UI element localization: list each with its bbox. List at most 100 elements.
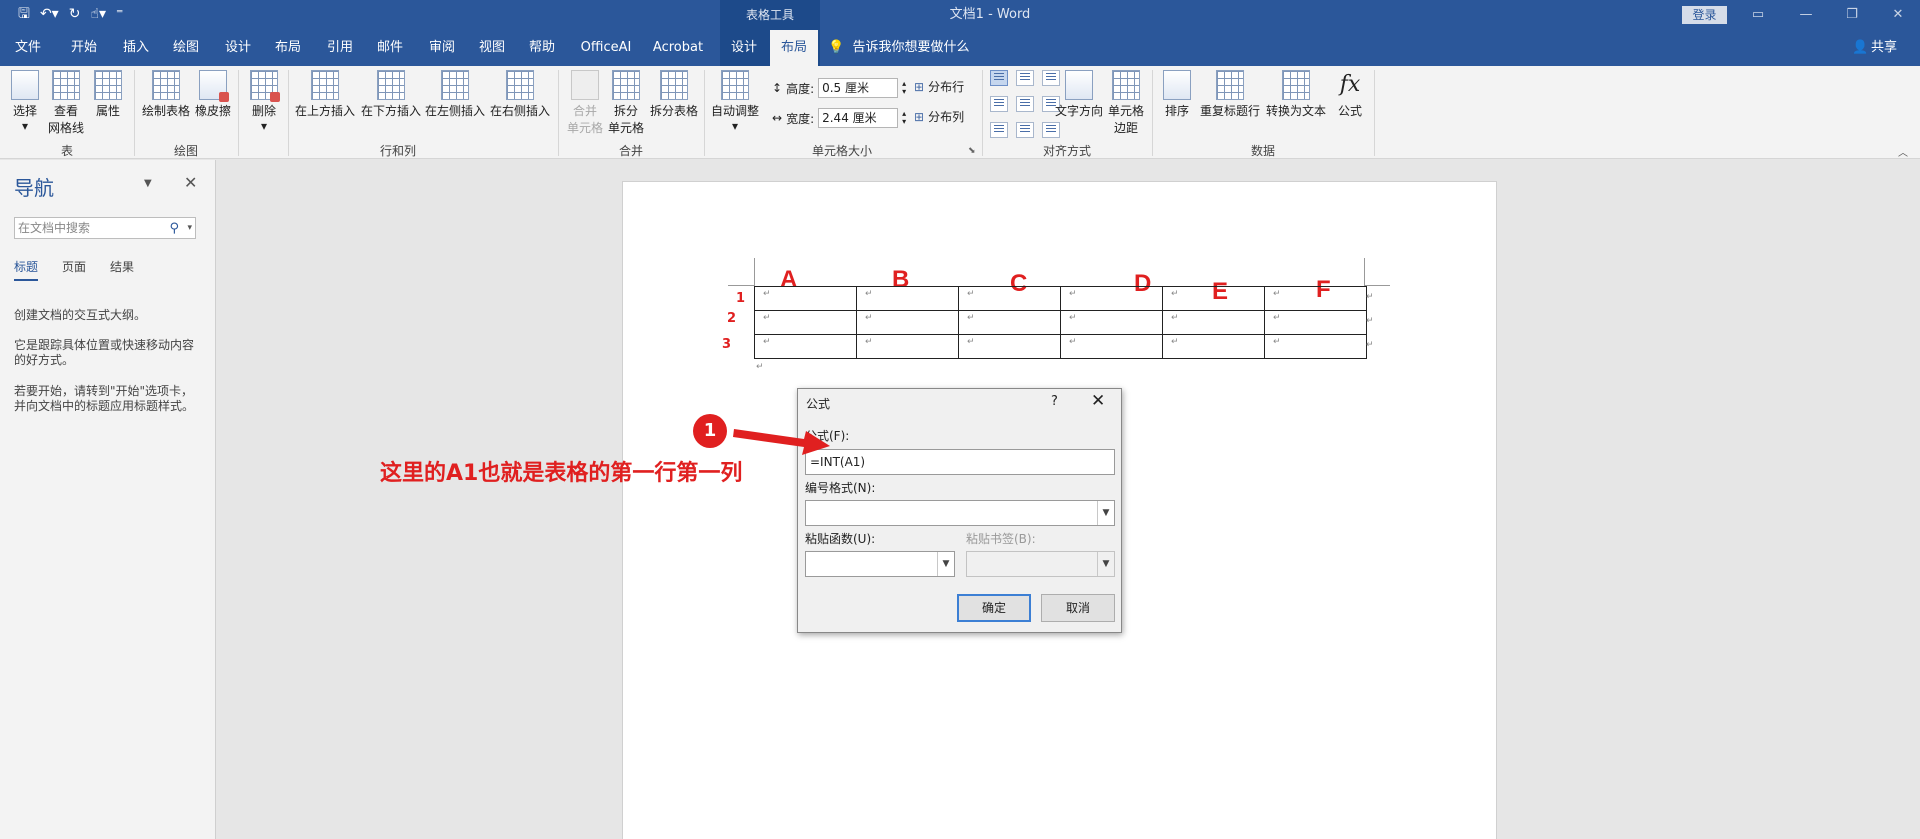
table-cell[interactable]: ↵	[958, 334, 1061, 359]
tab-references[interactable]: 引用	[320, 30, 360, 66]
table-cell[interactable]: ↵	[1264, 286, 1367, 311]
tab-view[interactable]: 视图	[472, 30, 512, 66]
ok-button[interactable]: 确定	[957, 594, 1031, 622]
number-format-select[interactable]: ▼	[805, 500, 1115, 526]
share-button[interactable]: 共享	[1868, 30, 1900, 66]
nav-tab-headings[interactable]: 标题	[14, 258, 39, 281]
eraser-button[interactable]: 橡皮擦	[194, 70, 232, 119]
undo-icon[interactable]: ↶▾	[40, 6, 59, 22]
tab-design[interactable]: 设计	[218, 30, 258, 66]
insert-left-button[interactable]: 在左侧插入	[424, 70, 486, 119]
insert-below-button[interactable]: 在下方插入	[360, 70, 422, 119]
tab-draw[interactable]: 绘图	[166, 30, 206, 66]
table-cell[interactable]: ↵	[1162, 310, 1265, 335]
distribute-rows-button[interactable]: ⊞ 分布行	[914, 78, 964, 95]
window-close-icon[interactable]: ✕	[1878, 0, 1918, 30]
table-cell[interactable]: ↵	[1060, 334, 1163, 359]
touch-mode-icon[interactable]: ☝▾	[90, 6, 106, 22]
cell-size-dialog-launcher-icon[interactable]: ⬊	[968, 146, 976, 156]
save-icon[interactable]: 🖫	[18, 6, 30, 22]
height-spinner-icon[interactable]: ▴ ▾	[902, 80, 906, 96]
table-cell[interactable]: ↵	[1162, 334, 1265, 359]
tab-review[interactable]: 审阅	[422, 30, 462, 66]
insert-right-button[interactable]: 在右侧插入	[489, 70, 551, 119]
tab-table-design[interactable]: 设计	[722, 30, 766, 66]
search-icon[interactable]: ⚲	[169, 219, 179, 239]
properties-button[interactable]: 属性	[92, 70, 124, 119]
distribute-columns-button[interactable]: ⊞ 分布列	[914, 108, 964, 125]
split-cells-button[interactable]: 拆分 单元格	[606, 70, 646, 136]
table-cell[interactable]: ↵	[754, 334, 857, 359]
help-button[interactable]: ?	[1051, 394, 1058, 409]
formula-button[interactable]: fx 公式	[1334, 70, 1366, 119]
tab-file[interactable]: 文件	[8, 30, 48, 66]
align-center-icon[interactable]	[1016, 96, 1034, 112]
customize-qat-icon[interactable]: ⁼	[116, 6, 123, 22]
word-table[interactable]: ↵ ↵ ↵ ↵ ↵ ↵ ↵ ↵ ↵ ↵ ↵ ↵ ↵ ↵ ↵ ↵ ↵ ↵	[754, 286, 1367, 359]
cell-margins-button[interactable]: 单元格 边距	[1106, 70, 1146, 136]
table-cell[interactable]: ↵	[1264, 310, 1367, 335]
tell-me-search[interactable]: 告诉我你想要做什么	[848, 30, 974, 66]
draw-table-button[interactable]: 绘制表格	[140, 70, 192, 119]
align-bottom-left-icon[interactable]	[990, 122, 1008, 138]
autofit-button[interactable]: 自动调整 ▾	[708, 70, 762, 133]
minimize-icon[interactable]: —	[1786, 0, 1826, 30]
delete-button[interactable]: 删除 ▾	[246, 70, 282, 133]
sort-button[interactable]: 排序	[1160, 70, 1194, 119]
tab-help[interactable]: 帮助	[522, 30, 562, 66]
tab-table-layout[interactable]: 布局	[770, 30, 818, 66]
align-top-left-icon[interactable]	[990, 70, 1008, 86]
nav-close-icon[interactable]: ✕	[184, 173, 197, 192]
view-gridlines-button[interactable]: 查看 网格线	[46, 70, 86, 136]
table-cell[interactable]: ↵	[856, 334, 959, 359]
chevron-down-icon[interactable]: ▼	[1097, 552, 1114, 576]
formula-input[interactable]: =INT(A1)	[805, 449, 1115, 475]
convert-to-text-button[interactable]: 转换为文本	[1264, 70, 1328, 119]
nav-search-input[interactable]: 在文档中搜索 ⚲ ▾	[14, 217, 196, 239]
align-bottom-center-icon[interactable]	[1016, 122, 1034, 138]
width-spinner-icon[interactable]: ▴ ▾	[902, 110, 906, 126]
tab-home[interactable]: 开始	[64, 30, 104, 66]
align-bottom-right-icon[interactable]	[1042, 122, 1060, 138]
split-table-button[interactable]: 拆分表格	[648, 70, 700, 119]
search-options-chevron-icon[interactable]: ▾	[187, 218, 192, 238]
login-button[interactable]: 登录	[1682, 6, 1727, 24]
redo-icon[interactable]: ↻	[69, 6, 81, 22]
insert-above-button[interactable]: 在上方插入	[294, 70, 356, 119]
nav-options-chevron-icon[interactable]: ▼	[144, 178, 152, 189]
table-cell[interactable]: ↵	[1060, 286, 1163, 311]
tab-mailings[interactable]: 邮件	[370, 30, 410, 66]
collapse-ribbon-icon[interactable]: ︿	[1898, 144, 1908, 159]
table-cell[interactable]: ↵	[1060, 310, 1163, 335]
align-center-left-icon[interactable]	[990, 96, 1008, 112]
tab-insert[interactable]: 插入	[116, 30, 156, 66]
table-cell[interactable]: ↵	[856, 286, 959, 311]
paste-function-select[interactable]: ▼	[805, 551, 955, 577]
chevron-down-icon[interactable]: ▼	[937, 552, 954, 576]
height-input[interactable]: 0.5 厘米	[818, 78, 899, 98]
align-top-center-icon[interactable]	[1016, 70, 1034, 86]
cancel-button[interactable]: 取消	[1041, 594, 1115, 622]
select-button[interactable]: 选择 ▾	[10, 70, 40, 133]
merge-cells-button[interactable]: 合并 单元格	[566, 70, 604, 136]
text-direction-button[interactable]: 文字方向	[1054, 70, 1104, 119]
table-cell[interactable]: ↵	[856, 310, 959, 335]
chevron-down-icon[interactable]: ▼	[1097, 501, 1114, 525]
table-cell[interactable]: ↵	[958, 286, 1061, 311]
table-cell[interactable]: ↵	[958, 310, 1061, 335]
tab-officeai[interactable]: OfficeAI	[578, 30, 634, 66]
tab-acrobat[interactable]: Acrobat	[650, 30, 706, 66]
restore-icon[interactable]: ❐	[1832, 0, 1872, 30]
close-icon[interactable]: ✕	[1091, 391, 1105, 411]
table-cell[interactable]: ↵	[1162, 286, 1265, 311]
tab-layout[interactable]: 布局	[268, 30, 308, 66]
nav-tab-pages[interactable]: 页面	[62, 258, 86, 281]
repeat-header-rows-button[interactable]: 重复标题行	[1198, 70, 1262, 119]
nav-tab-results[interactable]: 结果	[110, 258, 134, 281]
table-cell[interactable]: ↵	[754, 310, 857, 335]
table-cell[interactable]: ↵	[754, 286, 857, 311]
table-cell[interactable]: ↵	[1264, 334, 1367, 359]
width-input[interactable]: 2.44 厘米	[818, 108, 899, 128]
ribbon-display-options-icon[interactable]: ▭	[1738, 0, 1778, 30]
paste-bookmark-select[interactable]: ▼	[966, 551, 1115, 577]
